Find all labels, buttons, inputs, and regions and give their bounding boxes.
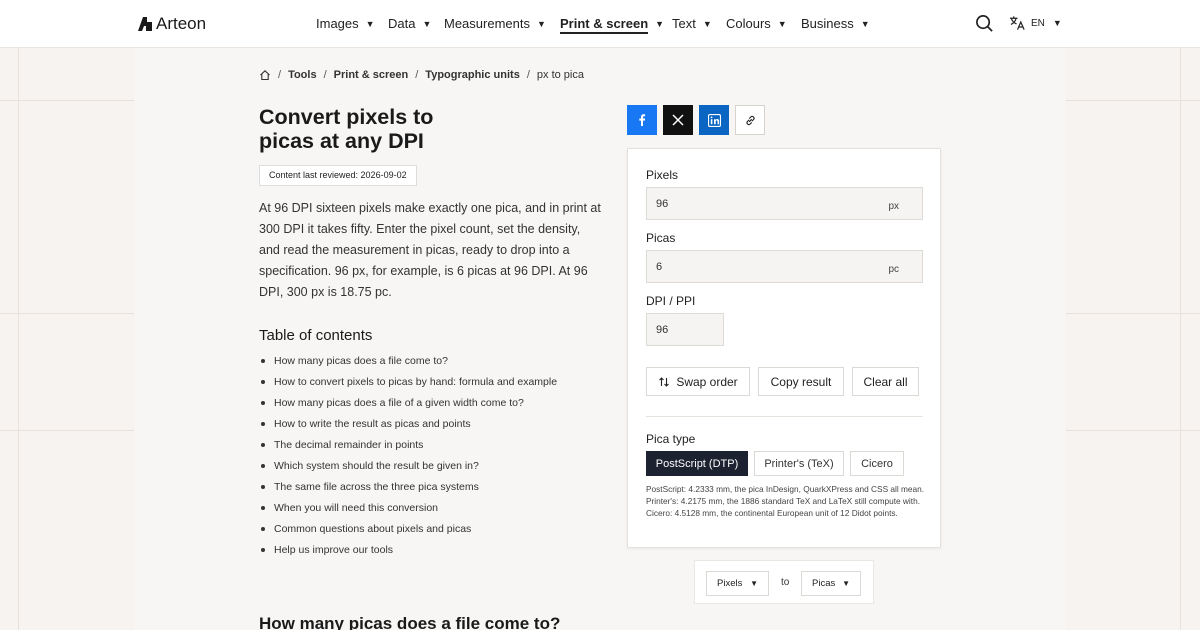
picas-unit: pc xyxy=(888,264,899,275)
chevron-down-icon: ▼ xyxy=(750,579,758,588)
to-unit-select[interactable]: Picas ▼ xyxy=(801,571,861,596)
toc-item[interactable]: How many picas does a file of a given wi… xyxy=(259,394,557,415)
page-title: Convert pixels to picas at any DPI xyxy=(259,105,434,153)
copy-link-button[interactable] xyxy=(735,105,765,135)
toc-item[interactable]: Which system should the result be given … xyxy=(259,457,557,478)
chevron-down-icon: ▼ xyxy=(536,19,546,29)
from-unit-select[interactable]: Pixels ▼ xyxy=(706,571,769,596)
nav-item-colours[interactable]: Colours ▼ xyxy=(726,16,787,31)
converter-panel: Pixels 96 px Picas 6 pc DPI / PPI 96 Swa… xyxy=(627,148,941,548)
language-selector[interactable]: EN ▼ xyxy=(1009,15,1062,31)
chevron-down-icon: ▼ xyxy=(655,19,665,29)
toc-item[interactable]: Help us improve our tools xyxy=(259,541,557,562)
copy-result-button[interactable]: Copy result xyxy=(758,367,844,396)
logo-icon xyxy=(138,17,152,31)
breadcrumb-typographic-units[interactable]: Typographic units xyxy=(425,69,520,81)
to-label: to xyxy=(781,577,790,588)
search-icon xyxy=(976,15,993,32)
share-facebook-button[interactable] xyxy=(627,105,657,135)
toc-item[interactable]: The decimal remainder in points xyxy=(259,436,557,457)
home-icon[interactable] xyxy=(259,69,271,81)
breadcrumb-print-screen[interactable]: Print & screen xyxy=(334,69,409,81)
toc-item[interactable]: The same file across the three pica syst… xyxy=(259,478,557,499)
nav-item-measurements[interactable]: Measurements ▼ xyxy=(444,16,546,31)
dpi-label: DPI / PPI xyxy=(646,294,696,308)
share-x-button[interactable] xyxy=(663,105,693,135)
breadcrumb: / Tools / Print & screen / Typographic u… xyxy=(259,69,584,81)
toc-title: Table of contents xyxy=(259,327,373,344)
section-heading: How many picas does a file come to? xyxy=(259,614,561,630)
linkedin-icon xyxy=(707,113,721,127)
chevron-down-icon: ▼ xyxy=(1052,18,1062,28)
nav-item-print-screen[interactable]: Print & screen ▼ xyxy=(560,16,665,34)
nav-item-text[interactable]: Text ▼ xyxy=(672,16,712,31)
toc-item[interactable]: How to convert pixels to picas by hand: … xyxy=(259,373,557,394)
pica-type-note: PostScript: 4.2333 mm, the pica InDesign… xyxy=(646,484,925,518)
nav-item-business[interactable]: Business ▼ xyxy=(801,16,870,31)
x-icon xyxy=(672,114,684,126)
breadcrumb-tools[interactable]: Tools xyxy=(288,69,317,81)
pica-type-postscript[interactable]: PostScript (DTP) xyxy=(646,451,748,476)
chevron-down-icon: ▼ xyxy=(777,19,787,29)
language-code: EN xyxy=(1031,17,1045,29)
pixels-unit: px xyxy=(888,201,899,212)
breadcrumb-current: px to pica xyxy=(536,69,584,81)
clear-all-button[interactable]: Clear all xyxy=(852,367,919,396)
chevron-down-icon: ▼ xyxy=(702,19,712,29)
pixels-label: Pixels xyxy=(646,168,679,182)
translate-icon xyxy=(1009,16,1025,30)
dpi-input[interactable]: 96 xyxy=(646,313,724,346)
swap-order-button[interactable]: Swap order xyxy=(646,367,750,396)
chevron-down-icon: ▼ xyxy=(860,19,870,29)
toc-item[interactable]: Common questions about pixels and picas xyxy=(259,520,557,541)
toc-item[interactable]: When you will need this conversion xyxy=(259,499,557,520)
nav-item-images[interactable]: Images ▼ xyxy=(316,16,375,31)
link-icon xyxy=(745,115,755,125)
swap-icon xyxy=(659,376,670,387)
brand-name: Arteon xyxy=(156,14,207,33)
nav-item-data[interactable]: Data ▼ xyxy=(388,16,431,31)
brand-logo[interactable]: Arteon xyxy=(137,14,206,34)
unit-switcher: Pixels ▼ to Picas ▼ xyxy=(694,560,874,604)
picas-label: Picas xyxy=(646,231,676,245)
intro-paragraph: At 96 DPI sixteen pixels make exactly on… xyxy=(259,201,601,299)
pica-type-cicero[interactable]: Cicero xyxy=(850,451,904,476)
chevron-down-icon: ▼ xyxy=(422,19,432,29)
reviewed-badge: Content last reviewed: 2026-09-02 xyxy=(259,165,417,186)
chevron-down-icon: ▼ xyxy=(365,19,375,29)
picas-input[interactable]: 6 pc xyxy=(646,250,923,283)
top-navbar: Arteon Images ▼ Data ▼ Measurements ▼ Print… xyxy=(0,0,1200,48)
share-linkedin-button[interactable] xyxy=(699,105,729,135)
chevron-down-icon: ▼ xyxy=(842,579,850,588)
divider xyxy=(646,416,923,417)
pica-type-label: Pica type xyxy=(646,432,696,446)
search-button[interactable] xyxy=(975,14,994,38)
toc-item[interactable]: How many picas does a file come to? xyxy=(259,352,557,373)
table-of-contents: How many picas does a file come to? How … xyxy=(259,352,557,562)
toc-item[interactable]: How to write the result as picas and poi… xyxy=(259,415,557,436)
facebook-icon xyxy=(639,114,646,126)
pica-type-printers[interactable]: Printer's (TeX) xyxy=(754,451,844,476)
pixels-input[interactable]: 96 px xyxy=(646,187,923,220)
